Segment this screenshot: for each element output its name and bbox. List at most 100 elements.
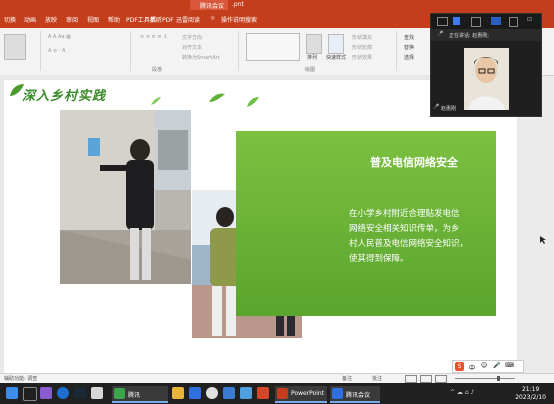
ribbon-quick-styles[interactable]: 快速样式: [326, 54, 346, 61]
ribbon-font-row-1: A A Aa ▦: [48, 34, 71, 40]
menu-item-3[interactable]: 视图: [87, 15, 99, 24]
menu-item-2[interactable]: 审阅: [66, 15, 78, 24]
folder-icon[interactable]: [172, 387, 184, 399]
ime-emoji-icon[interactable]: ☺: [481, 362, 487, 369]
clock-time: 21:19: [521, 386, 540, 393]
ribbon-group-drawing: 绘图: [305, 67, 316, 73]
taskbar-app-powerpoint[interactable]: PowerPoint: [275, 386, 327, 403]
ribbon-replace[interactable]: 替换: [404, 44, 414, 51]
menu-item-transitions[interactable]: 切换: [4, 15, 16, 24]
tray-icons[interactable]: ^ ☁ ⌂ ♪: [450, 389, 474, 396]
menu-item-0[interactable]: 动画: [24, 15, 36, 24]
taskbar-app-tencent-meeting[interactable]: 腾讯会议: [330, 386, 380, 403]
ribbon-smartart[interactable]: 转换为SmartArt: [182, 54, 220, 61]
tencent-meeting-icon[interactable]: [453, 17, 460, 25]
panel-line: 村人民普及电信网络安全知识，: [349, 239, 469, 249]
reading-view-icon[interactable]: [435, 375, 447, 383]
arrange-icon[interactable]: [306, 34, 322, 54]
word-icon[interactable]: [189, 387, 201, 399]
panel-line: 使其得到保障。: [349, 254, 409, 264]
app-icon[interactable]: [257, 387, 269, 399]
shapes-gallery[interactable]: [246, 33, 300, 61]
ribbon-shape-effects[interactable]: 形状效果: [352, 54, 372, 61]
panel-line: 在小学乡村附近合理贴发电信: [349, 209, 460, 219]
ime-keyboard-icon[interactable]: ⌨: [505, 362, 514, 369]
lightbulb-icon: ☼: [210, 15, 216, 22]
speaker-view-icon[interactable]: [491, 17, 501, 25]
menu-item-4[interactable]: 帮助: [108, 15, 120, 24]
menu-item-1[interactable]: 放映: [45, 15, 57, 24]
chrome-icon[interactable]: [206, 387, 218, 399]
search-icon[interactable]: [23, 387, 37, 401]
ribbon-group-paragraph: 段落: [152, 67, 163, 73]
menu-item-7[interactable]: 迅雷阅读: [176, 15, 200, 24]
leaf-decoration-icon: [209, 93, 225, 102]
ribbon-shape-fill[interactable]: 形状填充: [352, 34, 372, 41]
menu-item-6[interactable]: 福昕PDF: [150, 15, 174, 24]
edge-browser-icon[interactable]: [57, 387, 69, 399]
leaf-decoration-icon: [247, 97, 259, 107]
meeting-toolbar: ⊡: [431, 14, 541, 29]
taskbar-app-wechat[interactable]: 腾讯: [112, 386, 168, 403]
steam-icon[interactable]: [74, 387, 86, 399]
comments-button[interactable]: 批注: [372, 375, 382, 382]
menu-item-search[interactable]: 操作说明搜索: [221, 15, 257, 24]
layout-icon[interactable]: [471, 17, 481, 27]
participant-name: 赵惠刚: [441, 106, 457, 112]
slide-sorter-icon[interactable]: [420, 375, 432, 383]
panel-body: 在小学乡村附近合理贴发电信 网络安全相关知识传单，为乡 村人民普及电信网络安全知…: [349, 207, 487, 267]
more-icon[interactable]: ⊡: [527, 16, 532, 23]
photo-posting-flyer: [60, 110, 191, 284]
window-title-right: .pnt: [232, 1, 244, 8]
meeting-video-window[interactable]: ⊡ 🎤 正在讲话: 赵惠刚; 🎤 赵惠刚: [430, 13, 542, 117]
ime-voice-icon[interactable]: 🎤: [493, 362, 500, 369]
app-icon[interactable]: [91, 387, 103, 399]
ime-mode[interactable]: 中: [469, 363, 475, 372]
speaking-status: 正在讲话: 赵惠刚;: [449, 33, 489, 39]
ribbon-shape-outline[interactable]: 形状轮廓: [352, 44, 372, 51]
quick-styles-icon[interactable]: [328, 34, 344, 54]
start-icon[interactable]: [6, 387, 18, 399]
system-clock[interactable]: 21:19 2023/2/10: [515, 386, 546, 402]
taskbar-app-label: 腾讯: [128, 392, 141, 399]
panel-line: 网络安全相关知识传单，为乡: [349, 224, 460, 234]
app-icon[interactable]: [240, 387, 252, 399]
taskbar-app-label: PowerPoint: [291, 390, 325, 397]
participant-video: [464, 48, 509, 110]
cursor-icon: [540, 236, 546, 244]
meeting-share-tab-label: 腾讯会议: [200, 3, 225, 10]
microphone-icon: 🎤: [437, 31, 444, 37]
slide-title: 深入乡村实践: [22, 89, 107, 104]
ime-toolbar[interactable]: S 中 ☺ 🎤 ⌨: [452, 360, 524, 373]
zoom-slider[interactable]: [455, 378, 515, 379]
wechat-icon: [114, 388, 125, 399]
ribbon-arrange[interactable]: 排列: [307, 54, 317, 61]
ribbon-align-text[interactable]: 对齐文本: [182, 44, 202, 51]
taskbar: 腾讯 PowerPoint 腾讯会议 ^ ☁ ⌂ ♪ 21:19 2023/2/…: [0, 383, 554, 404]
leaf-decoration-icon: [151, 97, 161, 105]
accessibility-status[interactable]: 辅助功能: 调查: [4, 375, 37, 382]
panel-heading: 普及电信网络安全: [370, 156, 458, 169]
window-titlebar: 演示 腾讯会议 .pnt: [0, 0, 554, 10]
normal-view-icon[interactable]: [405, 375, 417, 383]
clock-date: 2023/2/10: [515, 394, 546, 401]
ribbon-list-row: ≡ ≡ ≡ ≡ ↕: [140, 34, 168, 40]
grid-view-icon[interactable]: [437, 17, 448, 26]
task-view-icon[interactable]: [40, 387, 52, 399]
mic-icon: 🎤: [433, 104, 440, 110]
ribbon-text-direction[interactable]: 文字方向: [182, 34, 202, 41]
ribbon-find[interactable]: 查找: [404, 34, 414, 41]
meeting-share-tab[interactable]: 腾讯会议: [190, 0, 228, 10]
taskbar-app-label: 腾讯会议: [346, 392, 371, 399]
speaking-bar: 🎤 正在讲话: 赵惠刚;: [431, 29, 541, 41]
powerpoint-icon: [277, 388, 288, 399]
ribbon-font-row-2: A ≡ · A: [48, 48, 66, 54]
sogou-ime-icon[interactable]: S: [455, 362, 464, 371]
phone-icon[interactable]: [509, 17, 518, 27]
app-icon[interactable]: [223, 387, 235, 399]
notes-button[interactable]: 备注: [342, 375, 352, 382]
zoom-slider-thumb[interactable]: [497, 376, 500, 381]
ribbon-select[interactable]: 选择: [404, 54, 414, 61]
tencent-meeting-icon: [332, 388, 343, 399]
paste-icon[interactable]: [4, 34, 26, 60]
